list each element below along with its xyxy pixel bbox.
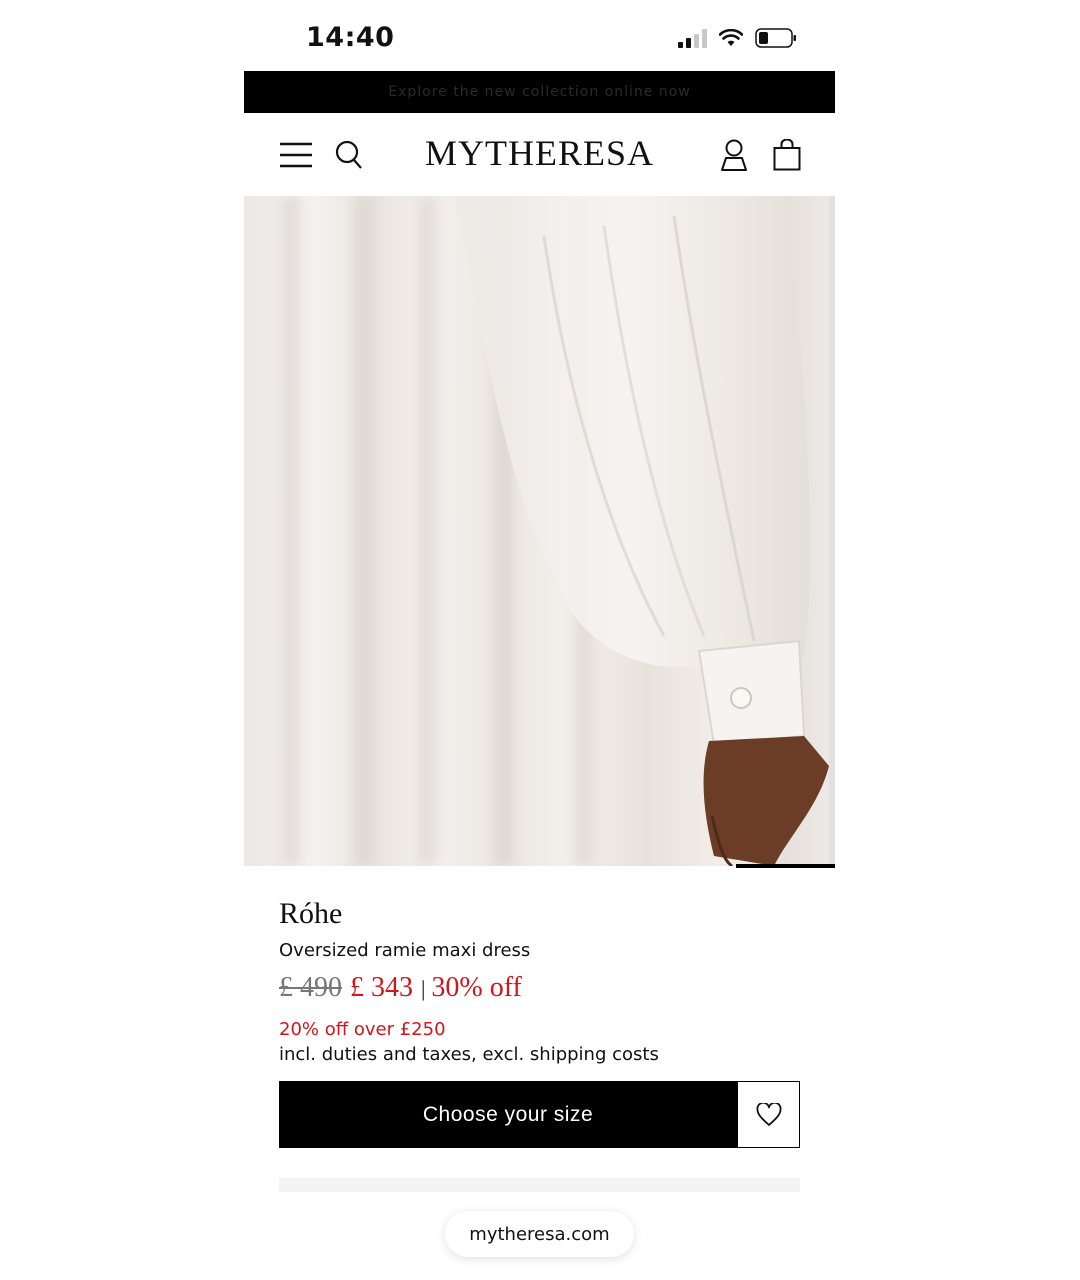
sale-price: £ 343	[350, 972, 413, 1003]
browser-url-bar[interactable]: mytheresa.com	[445, 1211, 634, 1257]
price-separator: |	[421, 976, 426, 1001]
status-icons	[678, 28, 797, 48]
product-brand[interactable]: Róhe	[279, 897, 342, 931]
promo-banner[interactable]: Explore the new collection online now	[244, 71, 835, 113]
wifi-icon	[719, 28, 743, 46]
signal-icon	[678, 28, 707, 48]
status-time: 14:40	[306, 22, 395, 53]
promo-note: 20% off over £250	[279, 1019, 446, 1040]
promo-banner-text: Explore the new collection online now	[388, 84, 691, 100]
cart-button[interactable]	[769, 137, 805, 173]
dress-sleeve-illustration	[454, 196, 835, 866]
phone-screen: 14:40 Explore the new collection online …	[244, 0, 835, 1280]
product-name: Oversized ramie maxi dress	[279, 940, 531, 961]
wishlist-button[interactable]	[737, 1081, 800, 1148]
tax-note: incl. duties and taxes, excl. shipping c…	[279, 1044, 659, 1065]
url-text: mytheresa.com	[469, 1223, 610, 1245]
discount-label: 30% off	[431, 972, 522, 1003]
carousel-indicator	[736, 864, 835, 868]
user-icon	[721, 139, 747, 171]
account-button[interactable]	[716, 137, 752, 173]
battery-icon	[755, 28, 796, 48]
heart-icon	[756, 1102, 781, 1126]
product-image[interactable]	[244, 196, 835, 866]
price-row: £ 490 £ 343 | 30% off	[279, 972, 522, 1004]
shopping-bag-icon	[773, 139, 801, 171]
choose-size-button[interactable]: Choose your size	[279, 1081, 737, 1148]
accordion-section	[279, 1178, 800, 1192]
site-header: MYTHERESA	[244, 114, 835, 197]
original-price: £ 490	[279, 972, 342, 1003]
